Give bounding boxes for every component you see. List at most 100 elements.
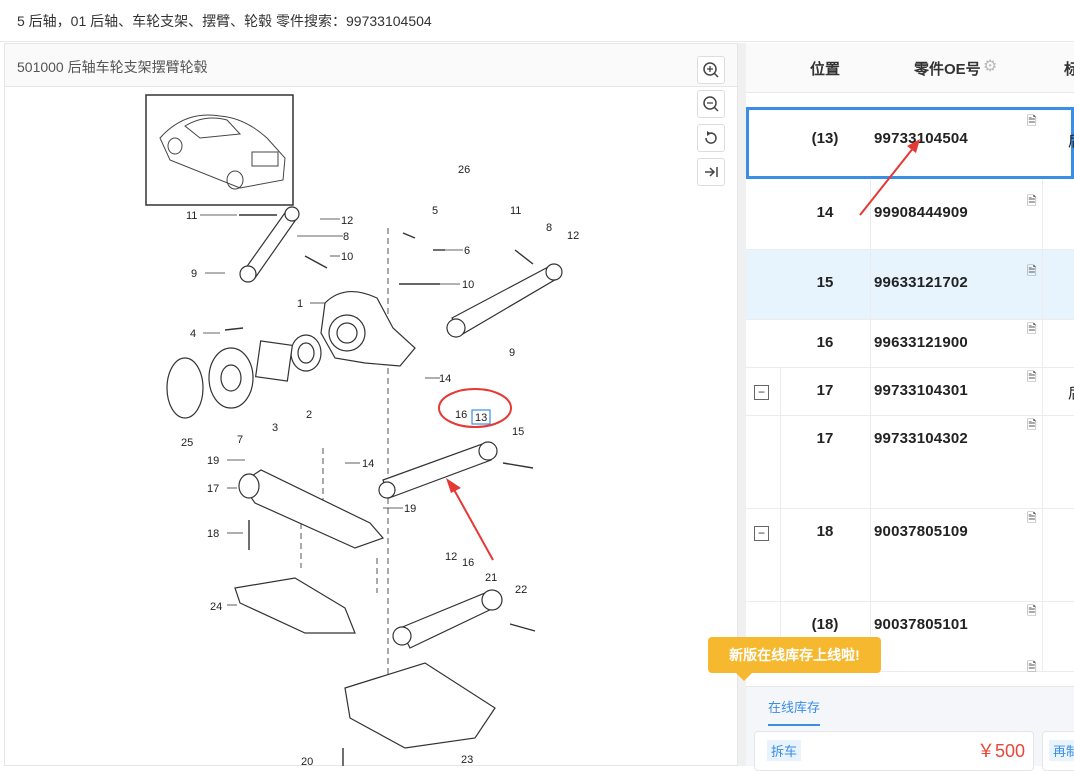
shield-part: [234, 577, 356, 634]
gear-icon[interactable]: ⚙: [983, 56, 997, 76]
new-feature-tooltip[interactable]: 新版在线库存上线啦!: [708, 637, 881, 681]
svg-text:14: 14: [362, 458, 374, 470]
row-position: 17: [816, 382, 834, 399]
tab-online-stock[interactable]: 在线库存: [768, 697, 821, 726]
diagram-header: 501000 后轴车轮支架摆臂轮毂: [5, 44, 737, 87]
table-row[interactable]: − 18 90037805109 🗎: [746, 509, 1074, 602]
fit-icon: [705, 167, 718, 177]
stock-badge: 拆车: [767, 740, 802, 761]
document-icon[interactable]: 🗎: [1027, 416, 1037, 437]
row-oe-number[interactable]: 99733104302: [874, 430, 968, 447]
svg-text:9: 9: [191, 268, 197, 280]
svg-text:21: 21: [485, 572, 497, 584]
column-header-extra[interactable]: 标: [1064, 58, 1074, 79]
zoom-out-icon: [703, 96, 719, 112]
diagram-panel: 501000 后轴车轮支架摆臂轮毂 26 5 11 12 8 10 6 10 9…: [4, 43, 738, 766]
svg-text:5: 5: [432, 205, 438, 217]
document-icon[interactable]: 🗎: [1027, 602, 1037, 623]
svg-text:22: 22: [515, 584, 527, 596]
svg-text:8: 8: [546, 222, 552, 234]
stock-price: ￥500: [976, 741, 1025, 761]
svg-text:16: 16: [455, 409, 467, 421]
table-header: 位置 零件OE号 ⚙ 标: [746, 43, 1074, 93]
annotation-arrow: [446, 478, 494, 561]
document-icon[interactable]: 🗎: [1027, 368, 1037, 389]
svg-text:8: 8: [343, 231, 349, 243]
row-oe-number[interactable]: 90037805109: [874, 523, 968, 540]
track-rod: [378, 441, 498, 499]
row-position: 18: [816, 523, 834, 540]
svg-text:6: 6: [464, 245, 470, 257]
backing-plate: [254, 340, 294, 382]
rotate-icon: [705, 131, 717, 144]
stock-badge: 再制: [1049, 740, 1074, 761]
svg-text:7: 7: [237, 434, 243, 446]
table-row[interactable]: − 17 99733104301 🗎 后: [746, 368, 1074, 416]
svg-text:18: 18: [207, 528, 219, 540]
lower-control-arm: [238, 469, 385, 549]
parts-diagram[interactable]: 26 5 11 12 8 10 6 10 9 1 4 11 8 12 9 14 …: [5, 88, 737, 766]
breadcrumb: 5 后轴，01 后轴、车轮支架、摆臂、轮毂 零件搜索：99733104504: [17, 13, 432, 29]
top-bar: 5 后轴，01 后轴、车轮支架、摆臂、轮毂 零件搜索：99733104504: [0, 0, 1074, 42]
svg-text:10: 10: [462, 279, 474, 291]
svg-text:25: 25: [181, 437, 193, 449]
svg-text:4: 4: [190, 328, 196, 340]
svg-text:23: 23: [461, 754, 473, 766]
svg-text:11: 11: [510, 205, 521, 217]
svg-text:12: 12: [445, 551, 457, 563]
lower-arm-21: [392, 589, 503, 649]
column-header-oe[interactable]: 零件OE号: [914, 58, 981, 79]
svg-text:19: 19: [404, 503, 416, 515]
zoom-toolbar: [697, 56, 725, 192]
upper-arm-left: [239, 206, 300, 283]
wheel-hub: [208, 347, 254, 409]
row-oe-number[interactable]: 99733104301: [874, 382, 968, 399]
upper-arm-right: [446, 263, 563, 338]
svg-text:26: 26: [458, 164, 470, 176]
car-thumbnail: [145, 94, 294, 206]
row-oe-number[interactable]: 99633121900: [874, 334, 968, 351]
svg-text:16: 16: [462, 557, 474, 569]
svg-text:20: 20: [301, 756, 313, 766]
svg-text:12: 12: [341, 215, 353, 227]
exploded-view-svg: 26 5 11 12 8 10 6 10 9 1 4 11 8 12 9 14 …: [145, 94, 579, 766]
svg-text:15: 15: [512, 426, 524, 438]
row-position: 17: [816, 430, 834, 447]
zoom-in-icon: [703, 62, 719, 78]
table-row[interactable]: 17 99733104302 🗎: [746, 416, 1074, 509]
flange: [166, 357, 204, 419]
row-extra: 后: [1068, 382, 1074, 403]
svg-text:9: 9: [509, 347, 515, 359]
svg-text:17: 17: [207, 483, 219, 495]
wheel-bearing: [290, 334, 322, 372]
stock-card[interactable]: 拆车 ￥500: [754, 731, 1034, 771]
column-header-position[interactable]: 位置: [810, 58, 840, 79]
document-icon[interactable]: 🗎: [1027, 509, 1037, 530]
diagram-title: 501000 后轴车轮支架摆臂轮毂: [17, 59, 208, 75]
row-position: (18): [811, 616, 839, 633]
svg-text:1: 1: [297, 298, 303, 310]
fit-button[interactable]: [697, 158, 725, 186]
row-oe-number[interactable]: 90037805101: [874, 616, 968, 633]
annotation-arrow-table: [859, 139, 920, 216]
collapse-icon[interactable]: −: [754, 526, 769, 541]
svg-text:24: 24: [210, 601, 222, 613]
collapse-icon[interactable]: −: [754, 385, 769, 400]
zoom-in-button[interactable]: [697, 56, 725, 84]
reset-button[interactable]: [697, 124, 725, 152]
svg-text:10: 10: [341, 251, 353, 263]
svg-text:14: 14: [439, 373, 451, 385]
underbody-cover: [344, 662, 496, 749]
callout-13-label: 13: [475, 412, 487, 424]
stock-card[interactable]: 再制: [1042, 731, 1074, 771]
svg-text:19: 19: [207, 455, 219, 467]
document-icon[interactable]: 🗎: [1027, 658, 1037, 679]
svg-text:12: 12: [567, 230, 579, 242]
row-position: 16: [816, 334, 834, 351]
svg-text:2: 2: [306, 409, 312, 421]
zoom-out-button[interactable]: [697, 90, 725, 118]
stock-panel: 在线库存 拆车 ￥500 再制: [746, 686, 1074, 771]
document-icon[interactable]: 🗎: [1027, 320, 1037, 341]
table-row[interactable]: 16 99633121900 🗎: [746, 320, 1074, 368]
wheel-carrier: [320, 291, 416, 367]
